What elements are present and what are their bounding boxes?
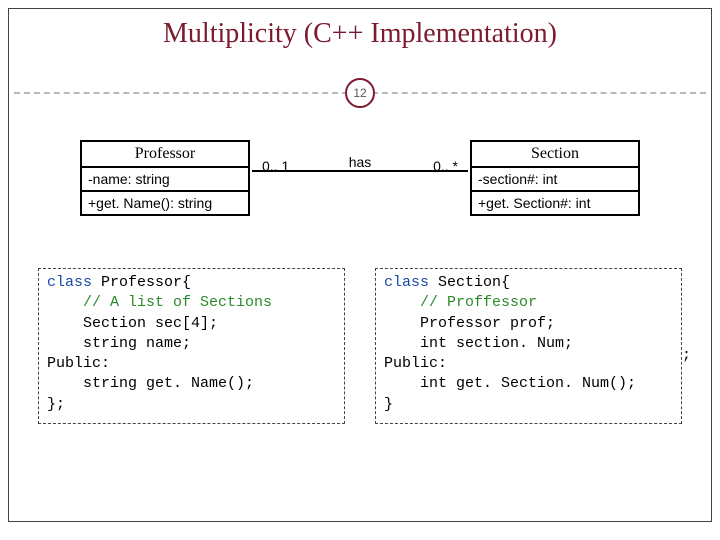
code-professor: class Professor{ // A list of Sections S… bbox=[38, 268, 345, 424]
uml-class-professor: Professor -name: string +get. Name(): st… bbox=[80, 140, 250, 216]
code-examples: class Professor{ // A list of Sections S… bbox=[0, 268, 720, 424]
uml-attribute: -section#: int bbox=[472, 168, 638, 192]
code-text: Public: bbox=[384, 355, 447, 372]
code-text bbox=[47, 294, 83, 311]
code-keyword: class bbox=[47, 274, 92, 291]
association-label: has bbox=[349, 154, 372, 170]
code-text: }; bbox=[47, 396, 65, 413]
code-comment: // A list of Sections bbox=[83, 294, 272, 311]
code-keyword: class bbox=[384, 274, 429, 291]
uml-operation: +get. Name(): string bbox=[82, 192, 248, 214]
page-number: 12 bbox=[353, 86, 366, 100]
code-text: Section sec[4]; bbox=[47, 315, 218, 332]
uml-operation: +get. Section#: int bbox=[472, 192, 638, 214]
code-comment: // Proffessor bbox=[420, 294, 537, 311]
code-text: int section. Num; bbox=[384, 335, 573, 352]
uml-class-section: Section -section#: int +get. Section#: i… bbox=[470, 140, 640, 216]
code-text: Public: bbox=[47, 355, 110, 372]
uml-class-name: Professor bbox=[82, 142, 248, 168]
uml-class-name: Section bbox=[472, 142, 638, 168]
multiplicity-left: 0.. 1 bbox=[262, 158, 289, 174]
code-text: string get. Name(); bbox=[47, 375, 254, 392]
code-text bbox=[384, 294, 420, 311]
code-text: Professor{ bbox=[92, 274, 191, 291]
title-divider: 12 bbox=[14, 78, 706, 108]
uml-attribute: -name: string bbox=[82, 168, 248, 192]
code-text: int get. Section. Num(); bbox=[384, 375, 636, 392]
code-section: class Section{ // Proffessor Professor p… bbox=[375, 268, 682, 424]
code-text: Section{ bbox=[429, 274, 510, 291]
code-text: } bbox=[384, 396, 393, 413]
page-number-badge: 12 bbox=[345, 78, 375, 108]
code-text: Professor prof; bbox=[384, 315, 555, 332]
trailing-semicolon: ; bbox=[682, 346, 691, 366]
multiplicity-right: 0.. * bbox=[433, 158, 458, 174]
code-text: string name; bbox=[47, 335, 191, 352]
